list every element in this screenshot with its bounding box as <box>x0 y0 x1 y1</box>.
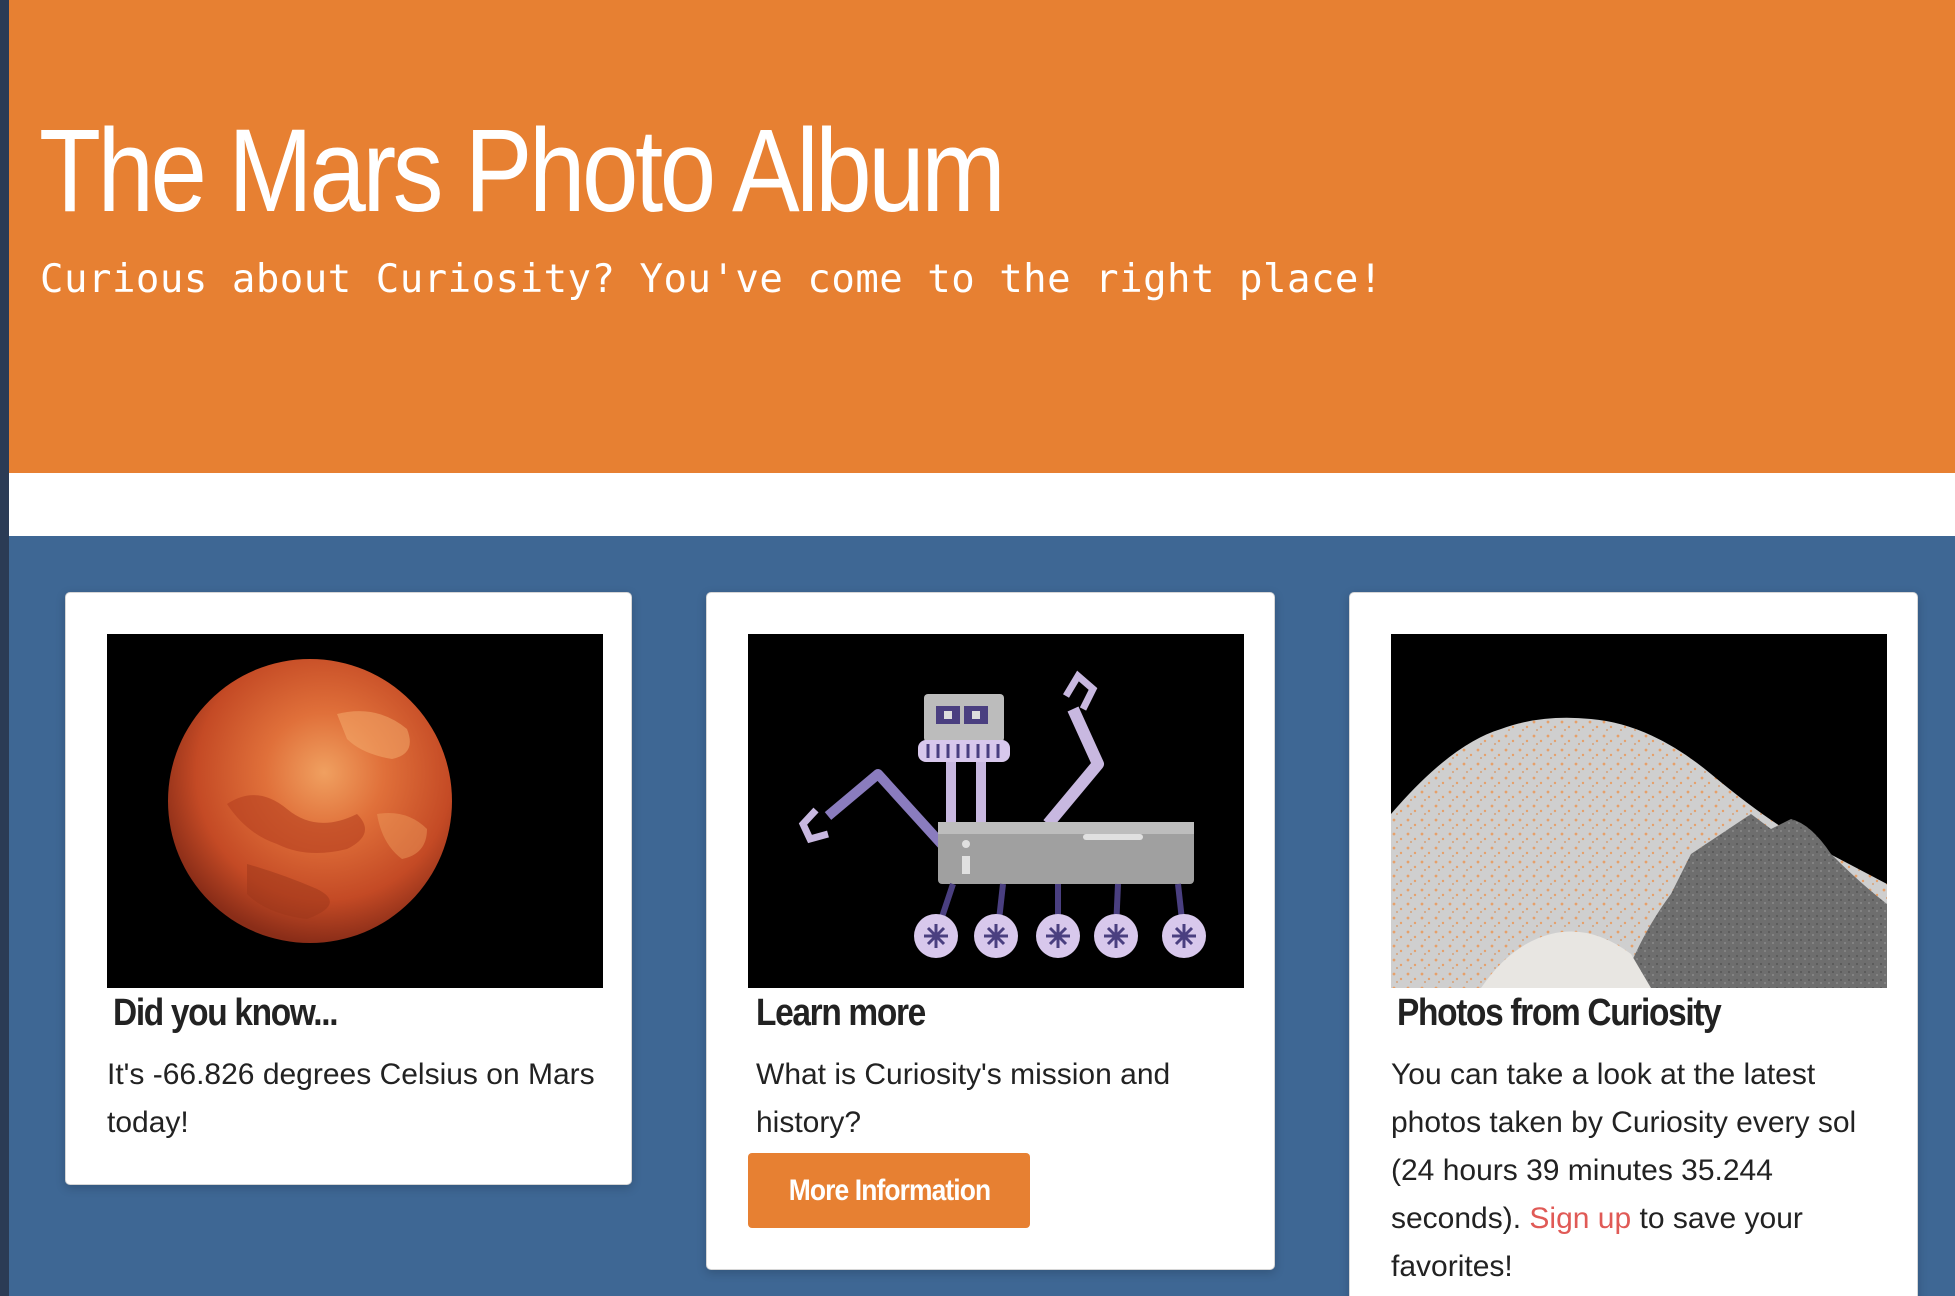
page-title: The Mars Photo Album <box>39 105 1006 237</box>
card-photos-from-curiosity: Photos from Curiosity You can take a loo… <box>1349 592 1918 1296</box>
mars-planet-illustration <box>107 634 603 988</box>
card-did-you-know: Did you know... It's -66.826 degrees Cel… <box>65 592 632 1185</box>
mars-mountains-illustration <box>1391 634 1887 988</box>
card-text: It's -66.826 degrees Celsius on Mars tod… <box>107 1058 595 1139</box>
card-title: Photos from Curiosity <box>1397 992 1722 1034</box>
page-subtitle: Curious about Curiosity? You've come to … <box>40 257 1383 302</box>
page: The Mars Photo Album Curious about Curio… <box>9 0 1955 1296</box>
card-title: Did you know... <box>113 992 339 1034</box>
card-text: You can take a look at the latest photos… <box>1391 1051 1891 1291</box>
more-information-button[interactable]: More Information <box>748 1153 1030 1228</box>
curiosity-rover-illustration <box>748 634 1244 988</box>
button-label: More Information <box>788 1173 990 1207</box>
card-title: Learn more <box>756 992 926 1034</box>
card-text: What is Curiosity's mission and history? <box>756 1058 1171 1139</box>
sign-up-link[interactable]: Sign up <box>1529 1202 1631 1235</box>
hero-banner: The Mars Photo Album Curious about Curio… <box>9 0 1955 473</box>
section-divider <box>9 473 1955 536</box>
card-learn-more: Learn more What is Curiosity's mission a… <box>706 592 1275 1270</box>
